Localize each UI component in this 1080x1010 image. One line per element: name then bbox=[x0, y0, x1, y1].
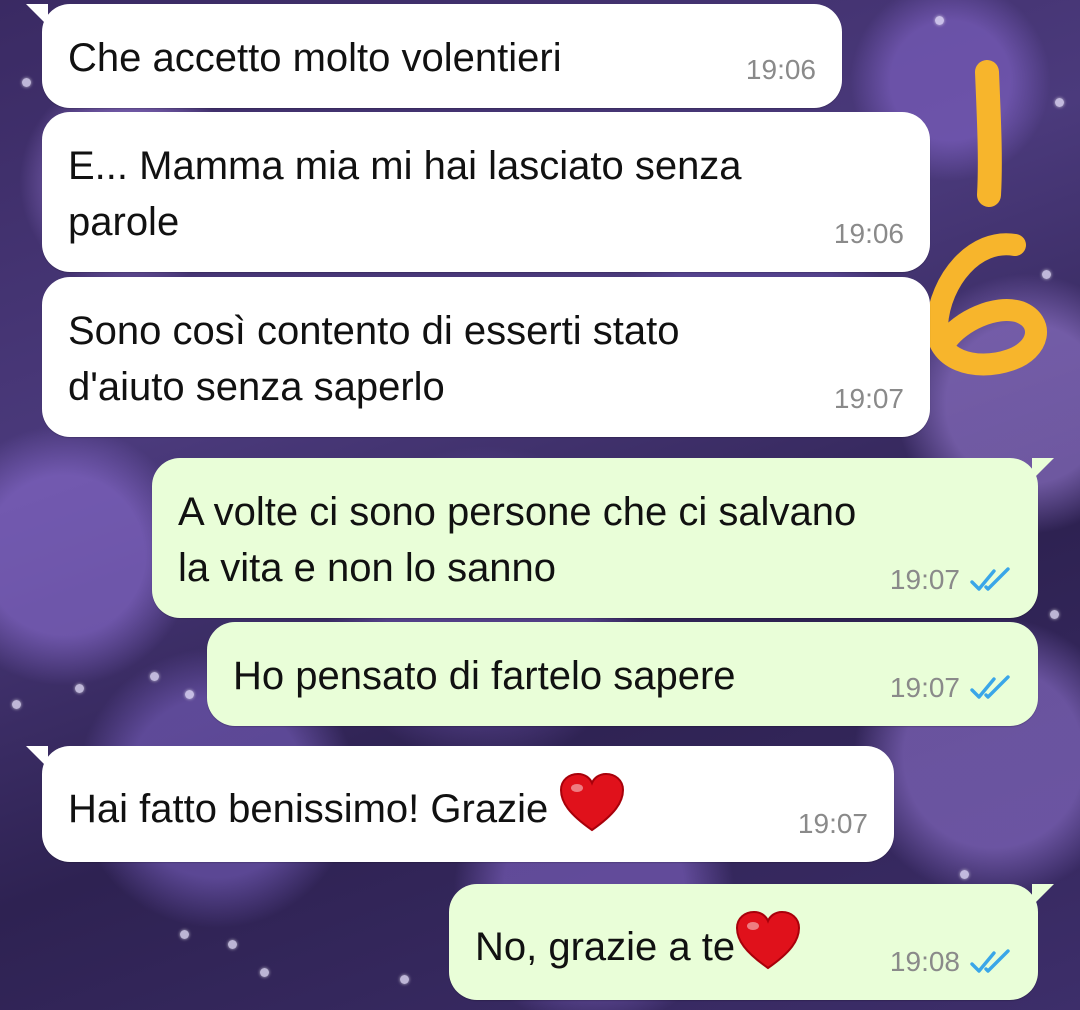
message-text-line: d'aiuto senza saperlo bbox=[68, 365, 445, 409]
message-timestamp: 19:07 bbox=[833, 383, 904, 414]
message-text-line: A volte ci sono persone che ci salvano bbox=[178, 490, 857, 534]
message-bubble-outgoing[interactable]: Ho pensato di fartelo sapere 19:07 bbox=[207, 622, 1038, 726]
double-check-icon bbox=[970, 949, 1010, 973]
bubble-tail bbox=[26, 4, 48, 26]
message-text-line: parole bbox=[68, 200, 180, 244]
double-check-icon bbox=[970, 675, 1010, 699]
message-timestamp: 19:08 bbox=[889, 946, 960, 977]
message-bubble-incoming[interactable]: Che accetto molto volentieri 19:06 bbox=[26, 4, 842, 108]
message-text: Hai fatto benissimo! Grazie bbox=[68, 787, 549, 831]
wallpaper-dewdrop bbox=[22, 78, 31, 87]
wallpaper-dewdrop bbox=[1055, 98, 1064, 107]
message-text-line: E... Mamma mia mi hai lasciato senza bbox=[68, 144, 742, 188]
wallpaper-dewdrop bbox=[185, 690, 194, 699]
wallpaper-dewdrop bbox=[935, 16, 944, 25]
message-bubble-outgoing[interactable]: No, grazie a te 19:08 bbox=[449, 884, 1054, 1000]
message-timestamp: 19:06 bbox=[745, 54, 816, 85]
wallpaper-dewdrop bbox=[260, 968, 269, 977]
wallpaper-dewdrop bbox=[75, 684, 84, 693]
wallpaper-dewdrop bbox=[960, 870, 969, 879]
bubble-tail bbox=[1032, 458, 1054, 480]
message-text-line: Sono così contento di esserti stato bbox=[68, 309, 680, 353]
message-text: No, grazie a te bbox=[475, 925, 736, 969]
wallpaper-dewdrop bbox=[150, 672, 159, 681]
message-timestamp: 19:07 bbox=[889, 564, 960, 595]
handwritten-number-annotation bbox=[926, 60, 1047, 376]
wallpaper-dewdrop bbox=[228, 940, 237, 949]
double-check-icon bbox=[970, 567, 1010, 591]
wallpaper-dewdrop bbox=[12, 700, 21, 709]
message-bubble-incoming[interactable]: Sono così contento di esserti stato d'ai… bbox=[42, 277, 930, 437]
message-timestamp: 19:07 bbox=[797, 808, 868, 839]
wallpaper-dewdrop bbox=[180, 930, 189, 939]
message-bubble-outgoing[interactable]: A volte ci sono persone che ci salvano l… bbox=[152, 458, 1054, 618]
bubble-tail bbox=[26, 746, 48, 768]
wallpaper-dewdrop bbox=[400, 975, 409, 984]
message-bubble-incoming[interactable]: Hai fatto benissimo! Grazie 19:07 bbox=[26, 746, 894, 862]
bubble-tail bbox=[1032, 884, 1054, 906]
message-bubble-incoming[interactable]: E... Mamma mia mi hai lasciato senza par… bbox=[42, 112, 930, 272]
message-text-line: la vita e non lo sanno bbox=[178, 546, 557, 590]
red-heart-icon bbox=[736, 910, 801, 970]
message-timestamp: 19:06 bbox=[833, 218, 904, 249]
wallpaper-dewdrop bbox=[1050, 610, 1059, 619]
red-heart-icon bbox=[560, 772, 625, 832]
message-timestamp: 19:07 bbox=[889, 672, 960, 703]
message-text: Che accetto molto volentieri bbox=[68, 36, 562, 80]
